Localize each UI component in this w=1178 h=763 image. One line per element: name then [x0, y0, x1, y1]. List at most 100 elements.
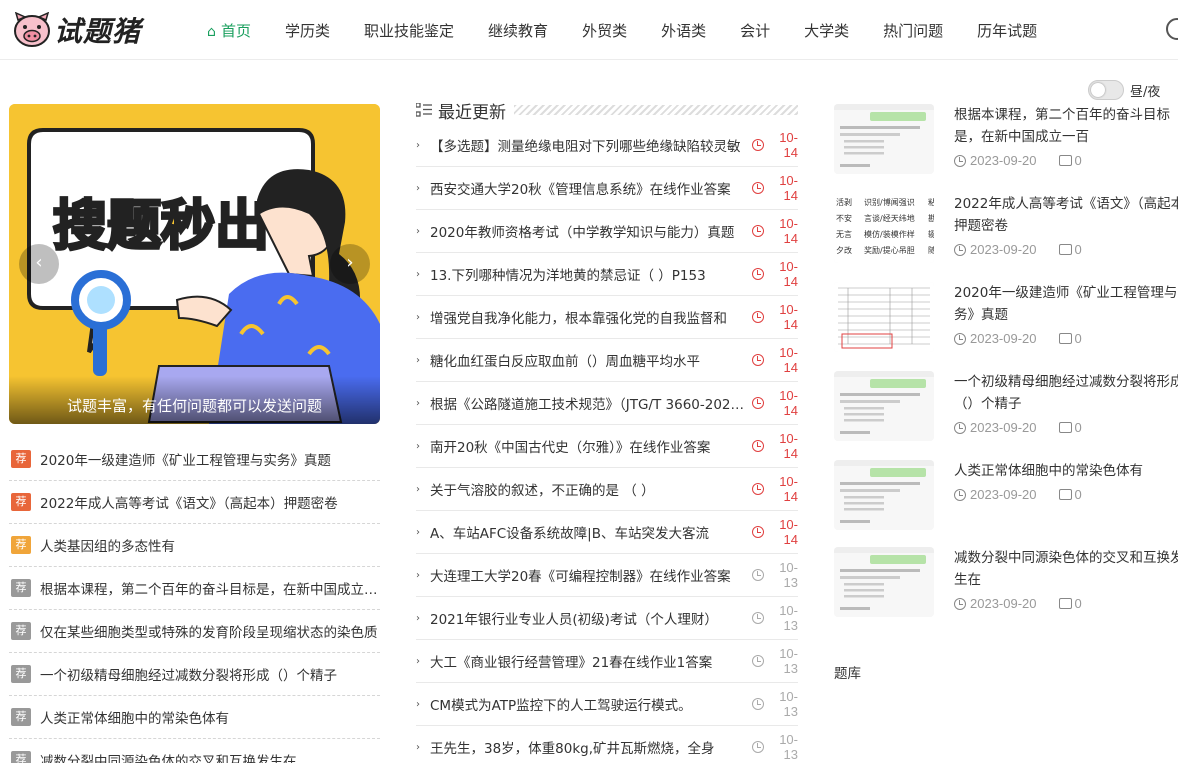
post-thumbnail[interactable] — [834, 547, 934, 617]
news-date: 10-14 — [752, 517, 798, 547]
recommended-list: 荐 2020年一级建造师《矿业工程管理与实务》真题荐 2022年成人高等考试《语文》… — [9, 438, 380, 763]
day-night-switch[interactable]: 昼/夜 — [1088, 80, 1160, 100]
nav-university[interactable]: 大学类 — [804, 20, 849, 41]
nav-past-exams[interactable]: 历年试题 — [977, 20, 1037, 41]
svg-text:奖励/提心吊胆: 奖励/提心吊胆 — [864, 245, 915, 255]
post-thumbnail[interactable] — [834, 104, 934, 174]
moon-icon[interactable] — [1166, 18, 1178, 40]
news-title: 糖化血红蛋白反应取血前（）周血糖平均水平 — [430, 354, 700, 370]
slider-next-icon[interactable]: › — [330, 244, 370, 284]
news-date: 10-13 — [752, 689, 798, 719]
post-meta: 2023-09-20 0 — [954, 153, 1082, 168]
nav-foreign-language[interactable]: 外语类 — [661, 20, 706, 41]
news-row[interactable]: › 大连理工大学20春《可编程控制器》在线作业答案 10-13 — [416, 554, 798, 597]
news-date: 10-14 — [752, 345, 798, 375]
post-thumbnail[interactable] — [834, 371, 934, 441]
clock-icon — [752, 354, 764, 366]
list-item-title: 减数分裂中同源染色体的交叉和互换发生在 — [40, 754, 297, 763]
news-date-value: 10-14 — [779, 302, 798, 332]
post-date: 2023-09-20 — [970, 153, 1037, 168]
chevron-right-icon: › — [416, 354, 420, 366]
post-title[interactable]: 根据本课程，第二个百年的奋斗目标是，在新中国成立一百 — [954, 104, 1178, 148]
comment-count: 0 — [1074, 487, 1082, 502]
list-item[interactable]: 荐人类基因组的多态性有 — [9, 524, 380, 567]
recommend-badge: 荐 — [11, 493, 31, 511]
home-icon: ⌂ — [207, 23, 216, 40]
day-night-label: 昼/夜 — [1130, 84, 1161, 100]
news-row[interactable]: › 2020年教师资格考试（中学教学知识与能力）真题 10-14 — [416, 210, 798, 253]
clock-icon — [954, 243, 966, 256]
list-item[interactable]: 荐 2022年成人高等考试《语文》（高起本）押题密卷 — [9, 481, 380, 524]
list-item[interactable]: 荐一个初级精母细胞经过减数分裂将形成（）个精子 — [9, 653, 380, 696]
news-row[interactable]: › 南开20秋《中国古代史（尔雅）》在线作业答案 10-14 — [416, 425, 798, 468]
list-item[interactable]: 荐根据本课程，第二个百年的奋斗目标是，在新中国成立一百 — [9, 567, 380, 610]
nav-foreign-trade[interactable]: 外贸类 — [582, 20, 627, 41]
post-thumbnail[interactable] — [834, 460, 934, 530]
nav-hot-questions[interactable]: 热门问题 — [883, 20, 943, 41]
comment-count: 0 — [1074, 153, 1082, 168]
news-row[interactable]: › 13.下列哪种情况为洋地黄的禁忌证（ ）P153 10-14 — [416, 253, 798, 296]
news-title: A、车站AFC设备系统故障|B、车站突发大客流 — [430, 526, 709, 542]
news-row[interactable]: › CM模式为ATP监控下的人工驾驶运行模式。 10-13 — [416, 683, 798, 726]
post-thumbnail[interactable]: 活剥 识别/博闻强识 粘不安 言谈/经天纬地 勘无言 模仿/装模作样 辍夕改 奖励/提心吊胆 随 — [834, 193, 934, 263]
news-row[interactable]: › 关于气溶胶的叙述，不正确的是 （ ） 10-14 — [416, 468, 798, 511]
nav-home-label: 首页 — [221, 21, 252, 40]
nav-accounting[interactable]: 会计 — [740, 20, 770, 41]
news-date-value: 10-13 — [779, 689, 798, 719]
news-row[interactable]: › 西安交通大学20秋《管理信息系统》在线作业答案 10-14 — [416, 167, 798, 210]
nav-vocational[interactable]: 职业技能鉴定 — [364, 20, 454, 41]
news-row[interactable]: › 根据《公路隧道施工技术规范》（JTG/T 3660-2020） 10-14 — [416, 382, 798, 425]
comment-icon — [1058, 422, 1072, 433]
list-item[interactable]: 荐 2020年一级建造师《矿业工程管理与实务》真题 — [9, 438, 380, 481]
latest-title: 最近更新 — [438, 102, 506, 123]
news-row[interactable]: › 糖化血红蛋白反应取血前（）周血糖平均水平 10-14 — [416, 339, 798, 382]
tiku-heading: 题库 — [834, 666, 861, 682]
recommend-badge: 荐 — [11, 579, 31, 597]
site-logo[interactable]: 试题猪 — [12, 10, 141, 50]
list-item[interactable]: 荐人类正常体细胞中的常染色体有 — [9, 696, 380, 739]
hero-slider[interactable]: 搜题秒出 ‹ › 试题丰富，有任何问题都可以发送问题 — [9, 104, 380, 424]
thumb-image — [834, 282, 934, 352]
slider-prev-icon[interactable]: ‹ — [19, 244, 59, 284]
news-date: 10-13 — [752, 646, 798, 676]
clock-icon — [954, 488, 966, 501]
svg-text:勘: 勘 — [928, 214, 934, 223]
list-item-title: 2020年一级建造师《矿业工程管理与实务》真题 — [40, 453, 331, 469]
news-row[interactable]: › 大工《商业银行经营管理》21春在线作业1答案 10-13 — [416, 640, 798, 683]
news-row[interactable]: › 2021年银行业专业人员(初级)考试（个人理财） 10-13 — [416, 597, 798, 640]
post-title[interactable]: 减数分裂中同源染色体的交叉和互换发生在 — [954, 547, 1178, 591]
list-item[interactable]: 荐仅在某些细胞类型或特殊的发育阶段呈现缩状态的染色质 — [9, 610, 380, 653]
post-thumbnail[interactable] — [834, 282, 934, 352]
chevron-right-icon: › — [416, 655, 420, 667]
news-title: 13.下列哪种情况为洋地黄的禁忌证（ ）P153 — [430, 268, 706, 284]
news-row[interactable]: › A、车站AFC设备系统故障|B、车站突发大客流 10-14 — [416, 511, 798, 554]
nav-home[interactable]: ⌂ 首页 — [207, 20, 251, 41]
list-item[interactable]: 荐减数分裂中同源染色体的交叉和互换发生在 — [9, 739, 380, 763]
toggle-switch[interactable] — [1088, 80, 1124, 100]
recommend-badge: 荐 — [11, 751, 31, 763]
recommend-badge: 荐 — [11, 622, 31, 640]
pig-icon — [14, 12, 50, 47]
news-title: 王先生，38岁，体重80kg,矿井瓦斯燃烧，全身 — [430, 741, 715, 757]
nav-education[interactable]: 学历类 — [285, 20, 330, 41]
post-title[interactable]: 2022年成人高等考试《语文》（高起本）押题密卷 — [954, 193, 1178, 237]
news-row[interactable]: › 【多选题】测量绝缘电阻对下列哪些绝缘缺陷较灵敏 10-14 — [416, 124, 798, 167]
list-item-title: 2022年成人高等考试《语文》（高起本）押题密卷 — [40, 496, 338, 512]
title-stripes — [514, 105, 798, 115]
comment-count: 0 — [1074, 596, 1082, 611]
news-title: 大工《商业银行经营管理》21春在线作业1答案 — [430, 655, 713, 671]
news-date-value: 10-14 — [779, 173, 798, 203]
nav-continuing-ed[interactable]: 继续教育 — [488, 20, 548, 41]
post-meta: 2023-09-20 0 — [954, 487, 1082, 502]
post-title[interactable]: 一个初级精母细胞经过减数分裂将形成（）个精子 — [954, 371, 1178, 415]
news-row[interactable]: › 增强党自我净化能力，根本靠强化党的自我监督和 10-14 — [416, 296, 798, 339]
news-date: 10-13 — [752, 732, 798, 762]
svg-text:不安: 不安 — [836, 213, 852, 223]
comment-count: 0 — [1074, 331, 1082, 346]
chevron-right-icon: › — [416, 698, 420, 710]
post-title[interactable]: 2020年一级建造师《矿业工程管理与实务》真题 — [954, 282, 1178, 326]
news-row[interactable]: › 王先生，38岁，体重80kg,矿井瓦斯燃烧，全身 10-13 — [416, 726, 798, 763]
post-title[interactable]: 人类正常体细胞中的常染色体有 — [954, 460, 1178, 482]
post-meta: 2023-09-20 0 — [954, 596, 1082, 611]
news-date: 10-14 — [752, 474, 798, 504]
